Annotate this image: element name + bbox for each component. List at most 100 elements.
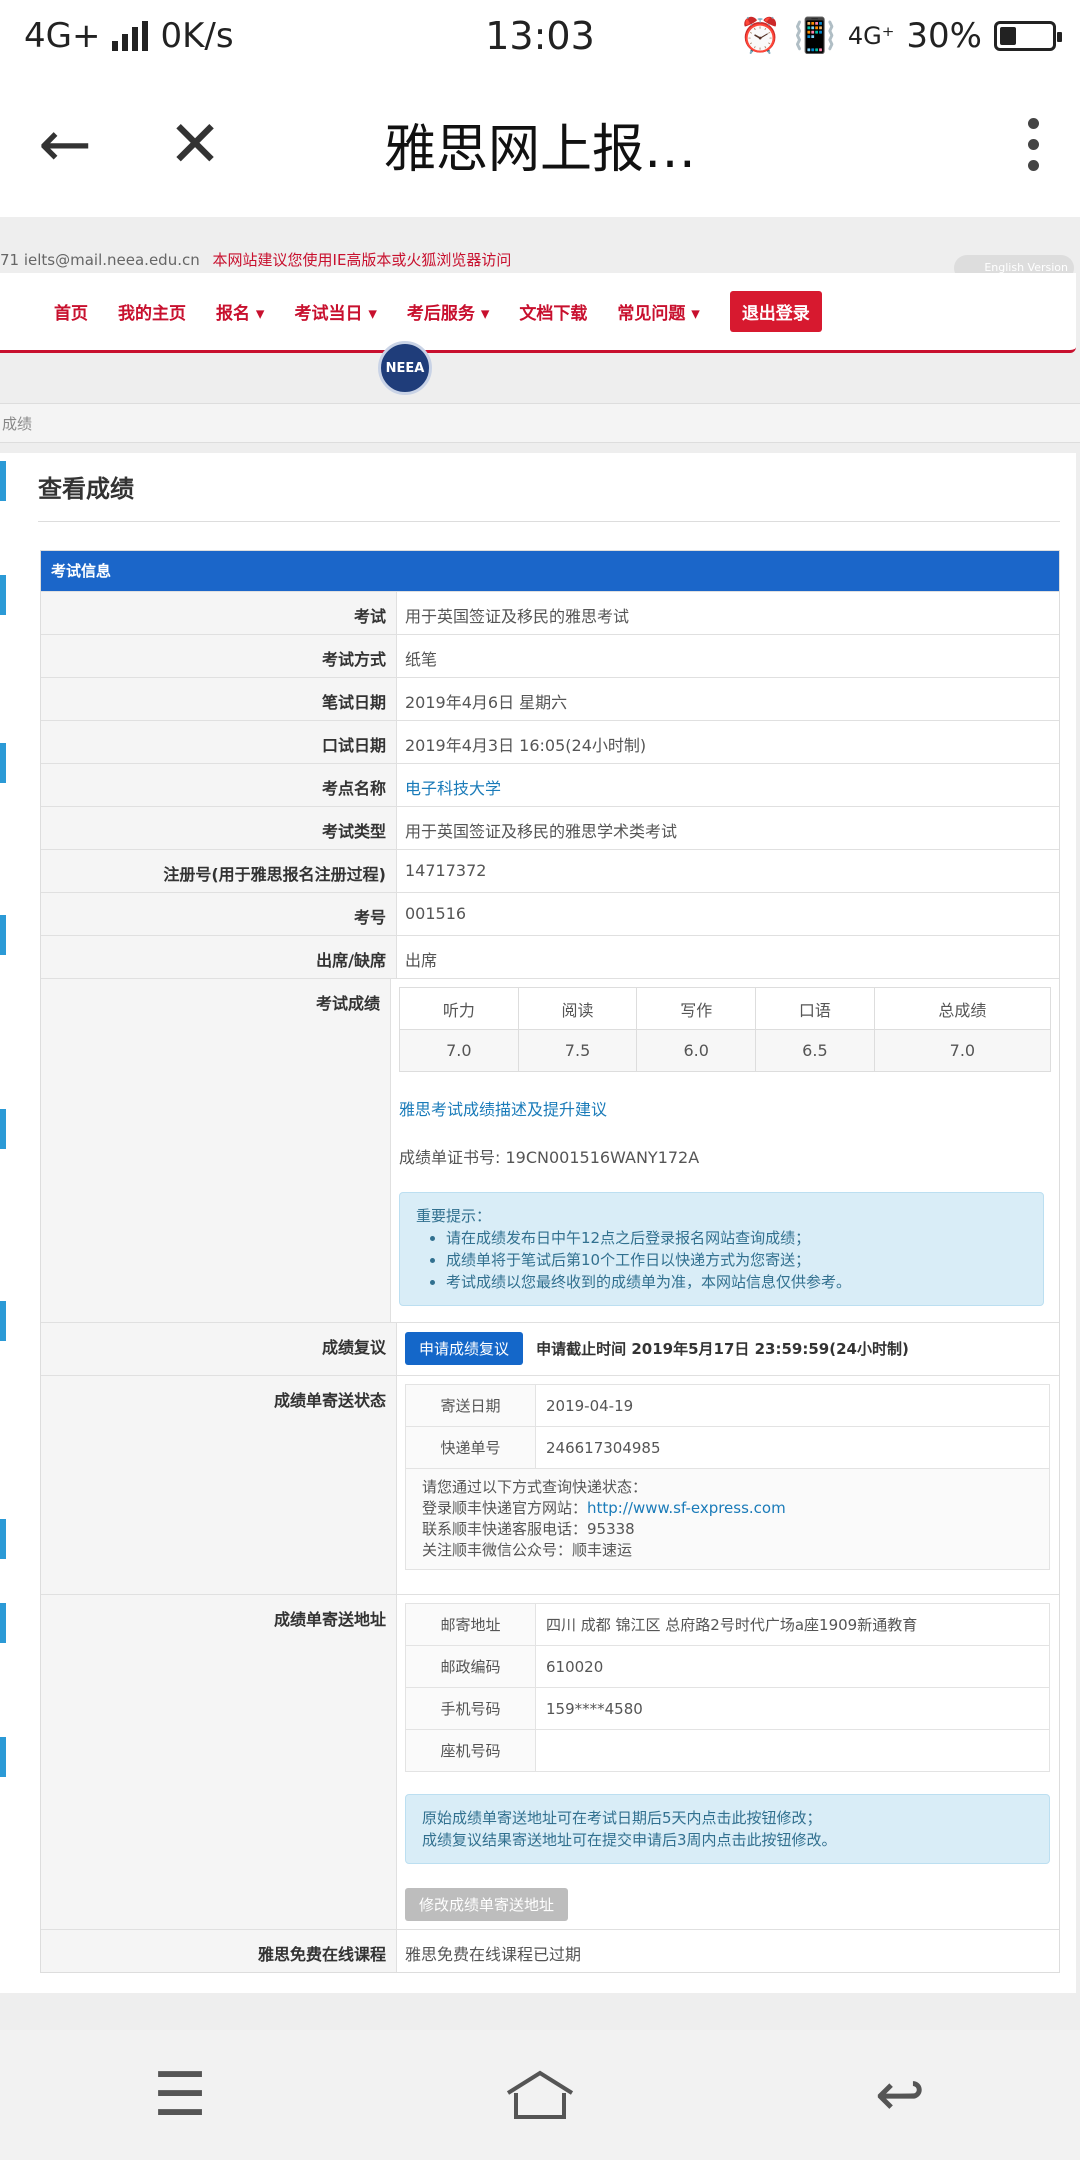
important-tip-box: 重要提示： 请在成绩发布日中午12点之后登录报名网站查询成绩； 成绩单将于笔试后… bbox=[399, 1192, 1044, 1306]
row-label: 成绩复议 bbox=[41, 1323, 397, 1375]
tip-item: 成绩单将于笔试后第10个工作日以快递方式为您寄送； bbox=[446, 1249, 1027, 1271]
status-bar: 4G+ 0K/s 13:03 ⏰ 📳 4G⁺ 30% bbox=[0, 0, 1080, 72]
close-button[interactable]: ✕ bbox=[130, 72, 260, 217]
score-header-row: 听力 阅读 写作 口语 总成绩 bbox=[399, 987, 1052, 1030]
field-key: 座机号码 bbox=[405, 1729, 536, 1772]
menu-home[interactable]: 首页 bbox=[54, 299, 88, 324]
back-button[interactable]: ← bbox=[0, 72, 130, 217]
field-value: 610020 bbox=[535, 1645, 1050, 1688]
status-left: 4G+ 0K/s bbox=[24, 16, 234, 56]
menu-exam-day[interactable]: 考试当日 ▾ bbox=[294, 299, 376, 324]
network-type-2: 4G⁺ bbox=[847, 22, 895, 50]
field-key: 邮政编码 bbox=[405, 1645, 536, 1688]
table-row: 考试方式 纸笔 bbox=[41, 634, 1059, 677]
row-value: 001516 bbox=[405, 904, 467, 923]
table-row-course: 雅思免费在线课程 雅思免费在线课程已过期 bbox=[41, 1929, 1059, 1972]
score-value: 7.0 bbox=[873, 1029, 1052, 1072]
section-header: 考试信息 bbox=[41, 551, 1059, 591]
row-value: 2019年4月3日 16:05(24小时制) bbox=[405, 736, 647, 755]
score-header: 总成绩 bbox=[873, 987, 1052, 1030]
table-row: 快递单号 246617304985 bbox=[405, 1426, 1050, 1469]
row-value: 纸笔 bbox=[405, 650, 438, 669]
mail-status-table: 寄送日期 2019-04-19 快递单号 246617304985 bbox=[405, 1384, 1050, 1469]
score-value: 7.0 bbox=[399, 1029, 519, 1072]
field-value: 2019-04-19 bbox=[535, 1384, 1050, 1427]
table-row-address: 成绩单寄送地址 邮寄地址 四川 成都 锦江区 总府路2号时代广场a座1909新通教… bbox=[41, 1594, 1059, 1929]
modify-address-button[interactable]: 修改成绩单寄送地址 bbox=[405, 1888, 569, 1921]
score-advice-link[interactable]: 雅思考试成绩描述及提升建议 bbox=[399, 1100, 607, 1119]
table-row-mail-status: 成绩单寄送状态 寄送日期 2019-04-19 快递单号 246617304985 … bbox=[41, 1375, 1059, 1594]
row-value: 邮寄地址 四川 成都 锦江区 总府路2号时代广场a座1909新通教育 邮政编码 61… bbox=[397, 1595, 1059, 1929]
battery-percent: 30% bbox=[906, 16, 982, 56]
row-value: 出席 bbox=[405, 951, 438, 970]
note-line: 联系顺丰快递客服电话：95338 bbox=[422, 1520, 635, 1538]
apply-review-button[interactable]: 申请成绩复议 bbox=[405, 1332, 524, 1365]
menu-my-page[interactable]: 我的主页 bbox=[118, 299, 186, 324]
vibrate-icon: 📳 bbox=[793, 16, 836, 56]
network-type: 4G+ bbox=[24, 16, 101, 56]
table-row-scores: 考试成绩 听力 阅读 写作 口语 总成绩 7.0 7.5 6.0 6.5 7.0… bbox=[41, 978, 1059, 1322]
row-label: 雅思免费在线课程 bbox=[41, 1930, 397, 1972]
row-label: 考试方式 bbox=[41, 635, 397, 677]
more-options-icon[interactable] bbox=[1028, 118, 1040, 181]
hamburger-icon: ☰ bbox=[153, 2060, 207, 2130]
row-label: 考试 bbox=[41, 592, 397, 634]
field-key: 手机号码 bbox=[405, 1687, 536, 1730]
tip-list: 请在成绩发布日中午12点之后登录报名网站查询成绩； 成绩单将于笔试后第10个工作… bbox=[416, 1227, 1027, 1293]
menu-downloads[interactable]: 文档下载 bbox=[519, 299, 587, 324]
close-icon: ✕ bbox=[168, 107, 222, 182]
row-label: 考点名称 bbox=[41, 764, 397, 806]
note-line: 登录顺丰快递官方网站：http://www.sf-express.com bbox=[422, 1498, 1033, 1519]
table-row: 口试日期 2019年4月3日 16:05(24小时制) bbox=[41, 720, 1059, 763]
network-speed: 0K/s bbox=[160, 16, 234, 56]
row-value: 申请成绩复议 申请截止时间 2019年5月17日 23:59:59(24小时制) bbox=[397, 1323, 1059, 1375]
test-center-link[interactable]: 电子科技大学 bbox=[405, 779, 501, 798]
logout-button[interactable]: 退出登录 bbox=[729, 291, 822, 332]
score-panel: 查看成绩 考试信息 考试 用于英国签证及移民的雅思考试 考试方式 纸笔 笔试日期 20… bbox=[0, 453, 1076, 1993]
table-row: 邮政编码 610020 bbox=[405, 1645, 1050, 1688]
system-nav-bar: ☰ ↩ bbox=[0, 2030, 1080, 2160]
contact-email: 71 ielts@mail.neea.edu.cn bbox=[0, 251, 200, 269]
note-text: 登录顺丰快递官方网站： bbox=[422, 1499, 588, 1517]
row-label: 成绩单寄送状态 bbox=[41, 1376, 397, 1594]
status-right: ⏰ 📳 4G⁺ 30% bbox=[739, 16, 1062, 56]
table-row: 手机号码 159****4580 bbox=[405, 1687, 1050, 1730]
tip-item: 考试成绩以您最终收到的成绩单为准，本网站信息仅供参考。 bbox=[446, 1271, 1027, 1293]
row-label: 口试日期 bbox=[41, 721, 397, 763]
neea-logo: NEEA bbox=[378, 341, 432, 395]
row-label: 考试类型 bbox=[41, 807, 397, 849]
address-tip-box: 原始成绩单寄送地址可在考试日期后5天内点击此按钮修改； 成绩复议结果寄送地址可在… bbox=[405, 1794, 1050, 1864]
row-value-scores: 听力 阅读 写作 口语 总成绩 7.0 7.5 6.0 6.5 7.0 雅思考试… bbox=[391, 979, 1059, 1322]
tip-line: 成绩复议结果寄送地址可在提交申请后3周内点击此按钮修改。 bbox=[422, 1831, 837, 1849]
table-row: 座机号码 bbox=[405, 1729, 1050, 1772]
menu-button[interactable]: ☰ bbox=[110, 2045, 250, 2145]
score-value: 6.0 bbox=[636, 1029, 757, 1072]
express-query-note: 请您通过以下方式查询快递状态： 登录顺丰快递官方网站：http://www.sf… bbox=[405, 1469, 1050, 1570]
home-button[interactable] bbox=[470, 2045, 610, 2145]
row-label: 注册号(用于雅思报名注册过程) bbox=[41, 850, 397, 892]
site-top-info: 71 ielts@mail.neea.edu.cn 本网站建议您使用IE高版本或… bbox=[0, 249, 1080, 269]
tip-line: 原始成绩单寄送地址可在考试日期后5天内点击此按钮修改； bbox=[422, 1809, 822, 1827]
table-row: 出席/缺席 出席 bbox=[41, 935, 1059, 978]
sf-express-link[interactable]: http://www.sf-express.com bbox=[587, 1499, 786, 1517]
back-nav-button[interactable]: ↩ bbox=[830, 2045, 970, 2145]
exam-info-table: 考试信息 考试 用于英国签证及移民的雅思考试 考试方式 纸笔 笔试日期 2019年4月… bbox=[40, 550, 1060, 1973]
row-value: 用于英国签证及移民的雅思学术类考试 bbox=[405, 822, 678, 841]
table-row: 笔试日期 2019年4月6日 星期六 bbox=[41, 677, 1059, 720]
table-row: 考试 用于英国签证及移民的雅思考试 bbox=[41, 591, 1059, 634]
signal-icon bbox=[112, 21, 149, 51]
address-table: 邮寄地址 四川 成都 锦江区 总府路2号时代广场a座1909新通教育 邮政编码 61… bbox=[405, 1603, 1050, 1772]
menu-register[interactable]: 报名 ▾ bbox=[216, 299, 264, 324]
score-value: 6.5 bbox=[755, 1029, 875, 1072]
browser-notice: 本网站建议您使用IE高版本或火狐浏览器访问 bbox=[212, 251, 512, 269]
table-row: 考点名称 电子科技大学 bbox=[41, 763, 1059, 806]
menu-faq[interactable]: 常见问题 ▾ bbox=[617, 299, 699, 324]
score-header: 阅读 bbox=[517, 987, 638, 1030]
review-deadline: 申请截止时间 2019年5月17日 23:59:59(24小时制) bbox=[536, 1340, 909, 1358]
page-title: 查看成绩 bbox=[38, 475, 134, 503]
row-value: 14717372 bbox=[405, 861, 487, 880]
row-label: 笔试日期 bbox=[41, 678, 397, 720]
table-row: 注册号(用于雅思报名注册过程) 14717372 bbox=[41, 849, 1059, 892]
home-icon bbox=[506, 2070, 574, 2119]
menu-post-exam[interactable]: 考后服务 ▾ bbox=[407, 299, 489, 324]
